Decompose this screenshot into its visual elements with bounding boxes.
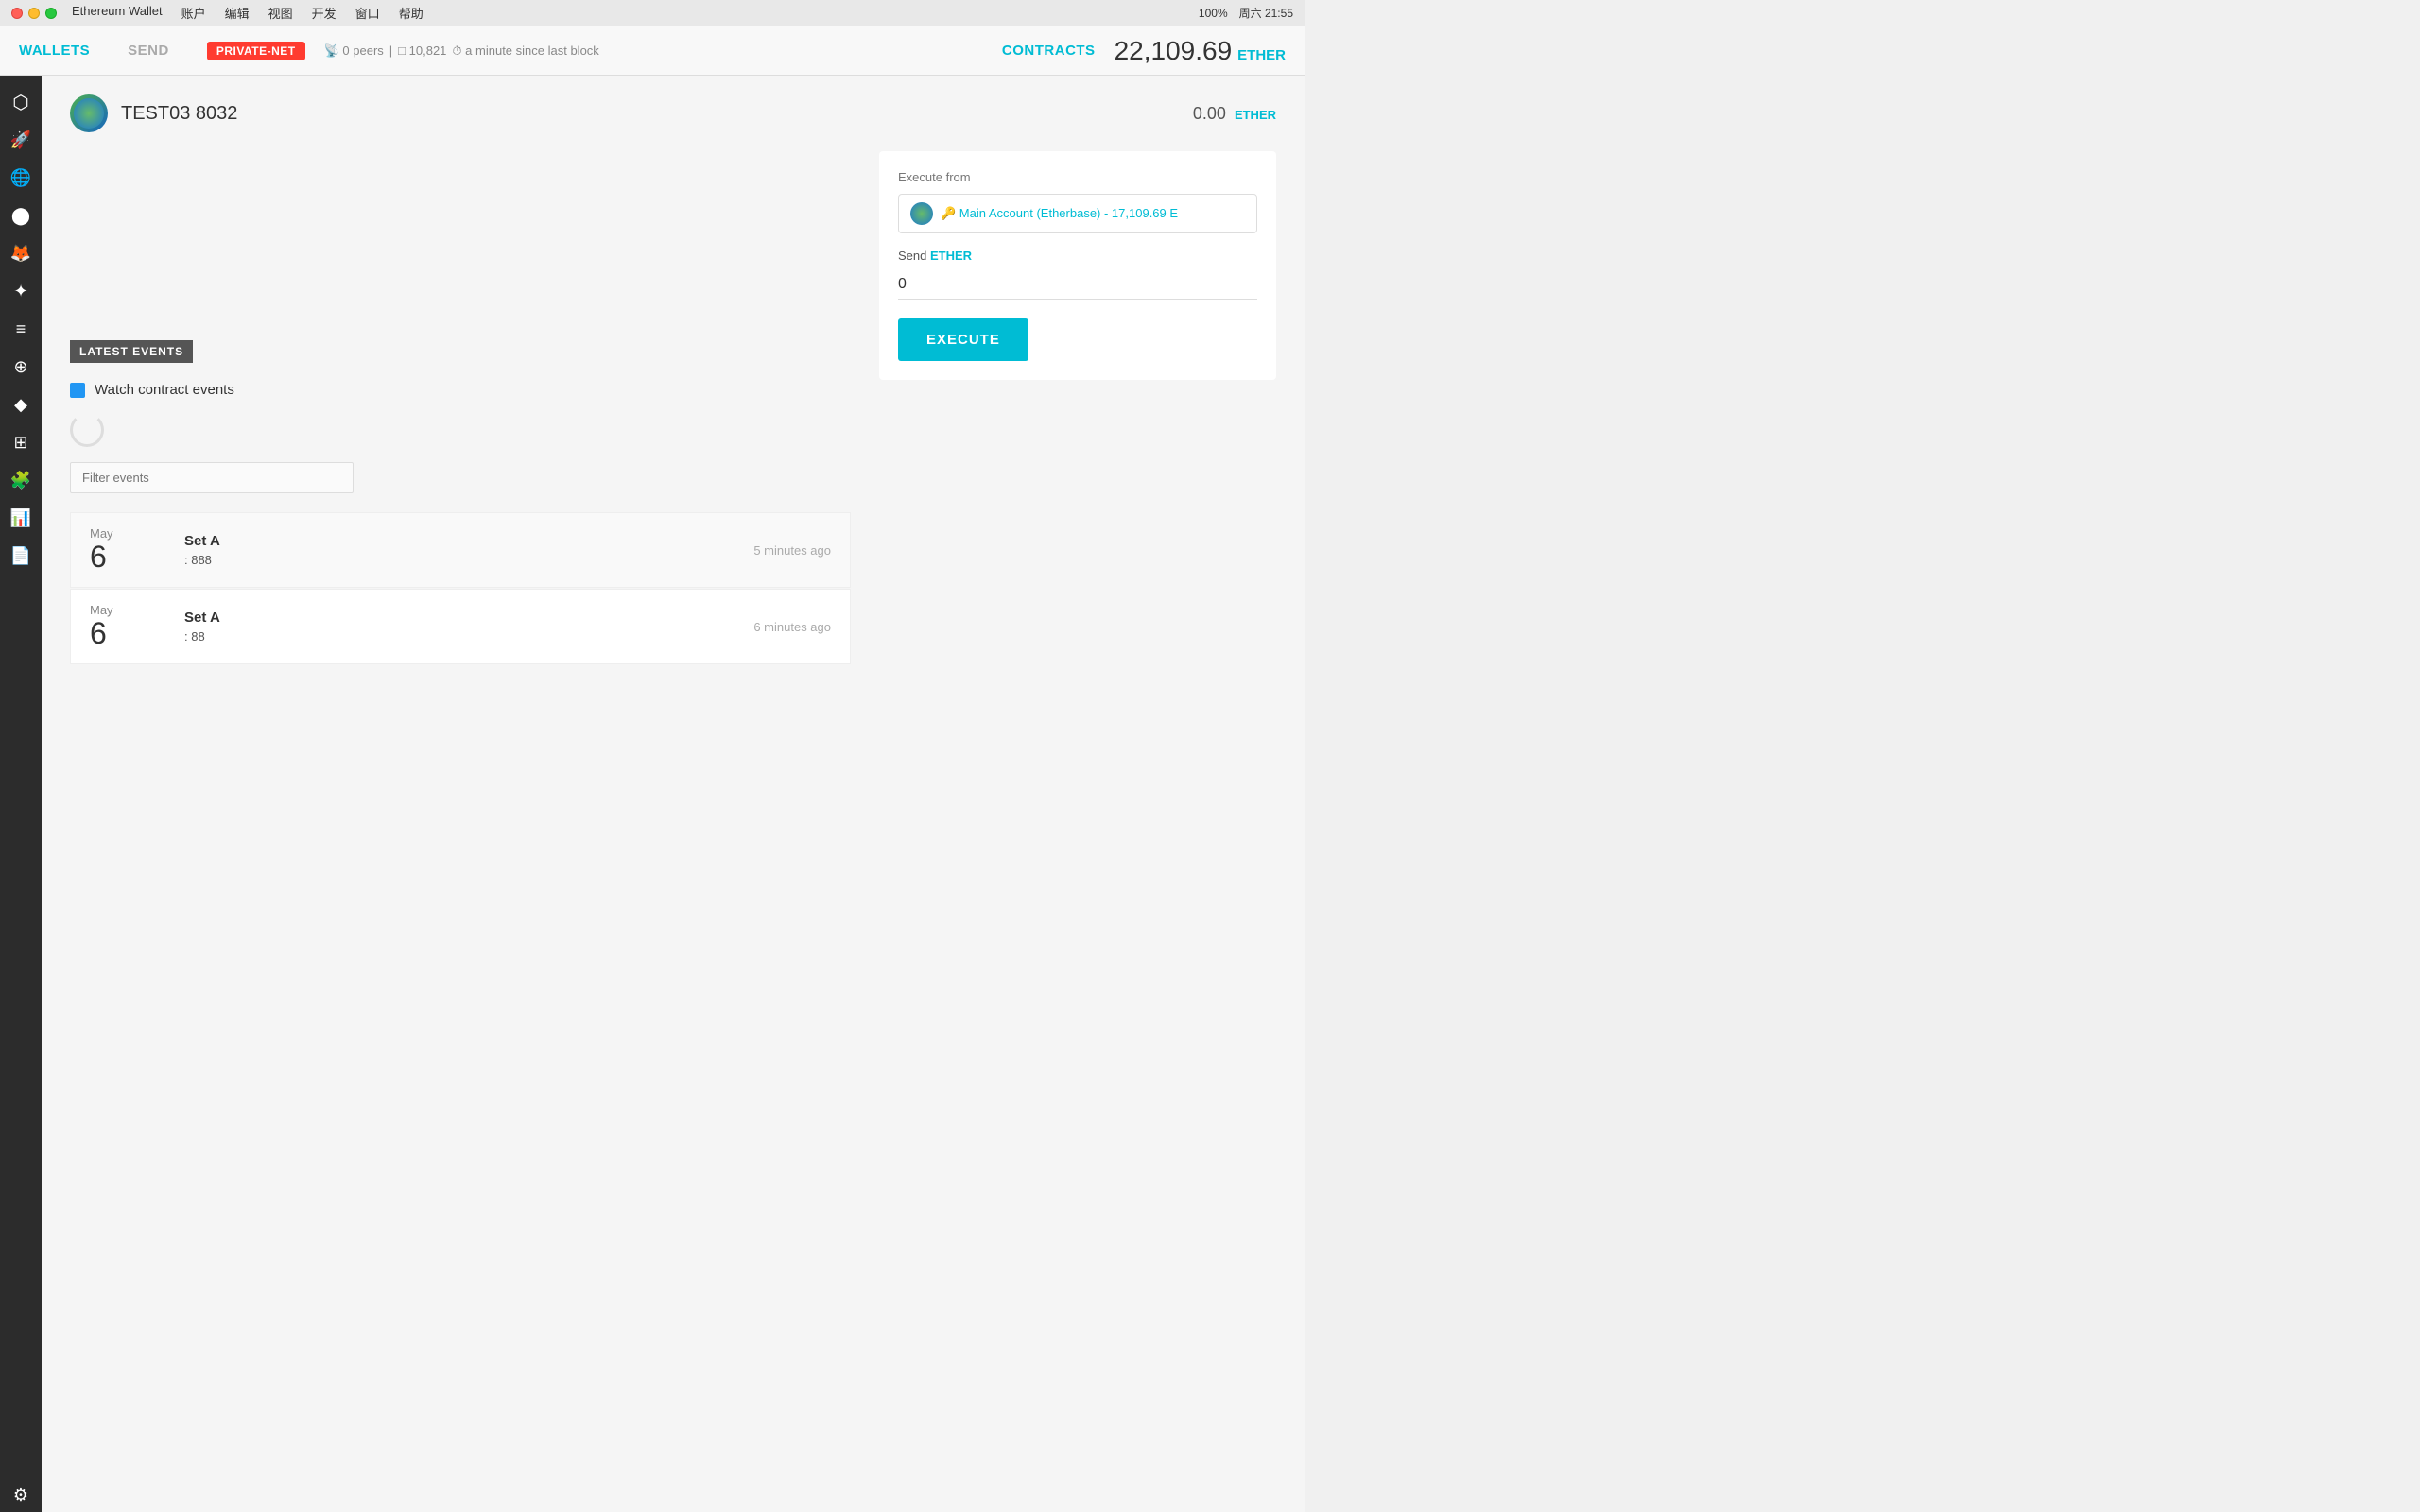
title-bar: Ethereum Wallet 账户 编辑 视图 开发 窗口 帮助 100% 周…	[0, 0, 1305, 26]
ether-amount-input[interactable]	[898, 270, 1257, 300]
sidebar-star-icon[interactable]: ✦	[4, 274, 38, 308]
filter-events-input[interactable]	[70, 462, 354, 493]
event-month: May	[90, 526, 184, 541]
peers-status: 📡 0 peers	[324, 43, 384, 59]
watch-events-label: Watch contract events	[95, 382, 234, 398]
execute-panel: Execute from 🔑 Main Account (Etherbase) …	[879, 151, 1276, 380]
sidebar-document-icon[interactable]: 📄	[4, 539, 38, 573]
nav-wallets[interactable]: WALLETS	[19, 43, 90, 59]
event-date: May 6	[90, 526, 184, 574]
menu-help[interactable]: 帮助	[399, 4, 424, 22]
app-layout: ⬡ 🚀 🌐 ⬤ 🦊 ✦ ≡ ⊕ ◆ ⊞ 🧩 📊 📄 ⚙ TEST03 8032 …	[0, 76, 1305, 1512]
menu-accounts[interactable]: 账户	[182, 4, 206, 22]
menu-bar: Ethereum Wallet 账户 编辑 视图 开发 窗口 帮助	[72, 4, 424, 22]
menu-dev[interactable]: 开发	[312, 4, 337, 22]
menu-view[interactable]: 视图	[268, 4, 293, 22]
event-details: Set A : 888	[184, 533, 753, 567]
left-column: LATEST EVENTS Watch contract events	[70, 151, 851, 665]
sidebar-list-icon[interactable]: ≡	[4, 312, 38, 346]
events-list: May 6 Set A : 888 5 minutes ago	[70, 512, 851, 664]
event-name: Set A	[184, 610, 753, 626]
main-content: TEST03 8032 0.00 ETHER LATEST EVENTS Wat…	[42, 76, 1305, 1512]
sidebar-diamond-icon[interactable]: ◆	[4, 387, 38, 421]
event-value: : 88	[184, 629, 753, 644]
watch-events-row[interactable]: Watch contract events	[70, 382, 851, 398]
sidebar: ⬡ 🚀 🌐 ⬤ 🦊 ✦ ≡ ⊕ ◆ ⊞ 🧩 📊 📄 ⚙	[0, 76, 42, 1512]
contract-balance: 0.00 ETHER	[1193, 104, 1276, 124]
right-column: Execute from 🔑 Main Account (Etherbase) …	[879, 151, 1276, 665]
nav-bar: WALLETS SEND PRIVATE-NET 📡 0 peers | □ 1…	[0, 26, 1305, 76]
contract-header: TEST03 8032 0.00 ETHER	[70, 94, 1276, 132]
event-row: May 6 Set A : 888 5 minutes ago	[70, 512, 851, 588]
event-details: Set A : 88	[184, 610, 753, 644]
sidebar-ethereum-icon[interactable]: ⬡	[4, 85, 38, 119]
app-name: Ethereum Wallet	[72, 4, 163, 22]
sidebar-fox-icon[interactable]: 🦊	[4, 236, 38, 270]
network-badge: PRIVATE-NET	[207, 42, 305, 60]
block-count: □ 10,821	[398, 43, 446, 58]
two-column-layout: LATEST EVENTS Watch contract events	[70, 151, 1276, 665]
account-avatar	[910, 202, 933, 225]
event-name: Set A	[184, 533, 753, 549]
contract-icon-inner	[74, 98, 104, 129]
latest-events-section: LATEST EVENTS Watch contract events	[70, 340, 851, 664]
account-label: 🔑 Main Account (Etherbase) - 17,109.69 E	[941, 206, 1178, 221]
contract-name: TEST03 8032	[121, 103, 237, 125]
sidebar-puzzle-icon[interactable]: 🧩	[4, 463, 38, 497]
nav-contracts[interactable]: CONTRACTS	[1002, 43, 1096, 59]
event-day: 6	[90, 541, 184, 574]
maximize-button[interactable]	[45, 8, 57, 19]
send-ether-label: Send ETHER	[898, 249, 1257, 263]
sidebar-globe-icon[interactable]: 🌐	[4, 161, 38, 195]
network-status: 📡 0 peers | □ 10,821 ⏱ a minute since la…	[324, 43, 599, 59]
title-bar-status: 100% 周六 21:55	[1199, 5, 1293, 21]
watch-events-checkbox[interactable]	[70, 383, 85, 398]
event-value: : 888	[184, 553, 753, 567]
event-day: 6	[90, 617, 184, 650]
loading-spinner	[70, 413, 104, 447]
last-block-time: ⏱ a minute since last block	[452, 43, 598, 59]
event-row: May 6 Set A : 88 6 minutes ago	[70, 589, 851, 664]
battery-status: 100%	[1199, 7, 1228, 20]
event-month: May	[90, 603, 184, 617]
nav-send[interactable]: SEND	[128, 43, 169, 59]
events-section-header: LATEST EVENTS	[70, 340, 193, 363]
sidebar-chart-icon[interactable]: 📊	[4, 501, 38, 535]
event-time: 6 minutes ago	[753, 620, 831, 634]
account-selector[interactable]: 🔑 Main Account (Etherbase) - 17,109.69 E	[898, 194, 1257, 233]
menu-edit[interactable]: 编辑	[225, 4, 250, 22]
minimize-button[interactable]	[28, 8, 40, 19]
execute-button[interactable]: EXECUTE	[898, 318, 1028, 361]
sidebar-grid-icon[interactable]: ⊞	[4, 425, 38, 459]
sidebar-circle-icon[interactable]: ⬤	[4, 198, 38, 232]
sidebar-settings-icon[interactable]: ⚙	[4, 1478, 38, 1512]
event-time: 5 minutes ago	[753, 543, 831, 558]
sidebar-rocket-icon[interactable]: 🚀	[4, 123, 38, 157]
nav-right: CONTRACTS 22,109.69ETHER	[1002, 36, 1286, 66]
traffic-lights[interactable]	[11, 8, 57, 19]
nav-balance: 22,109.69ETHER	[1115, 36, 1286, 66]
sidebar-target-icon[interactable]: ⊕	[4, 350, 38, 384]
execute-from-label: Execute from	[898, 170, 1257, 184]
clock: 周六 21:55	[1239, 5, 1293, 21]
menu-window[interactable]: 窗口	[355, 4, 380, 22]
contract-icon	[70, 94, 108, 132]
close-button[interactable]	[11, 8, 23, 19]
event-date: May 6	[90, 603, 184, 650]
